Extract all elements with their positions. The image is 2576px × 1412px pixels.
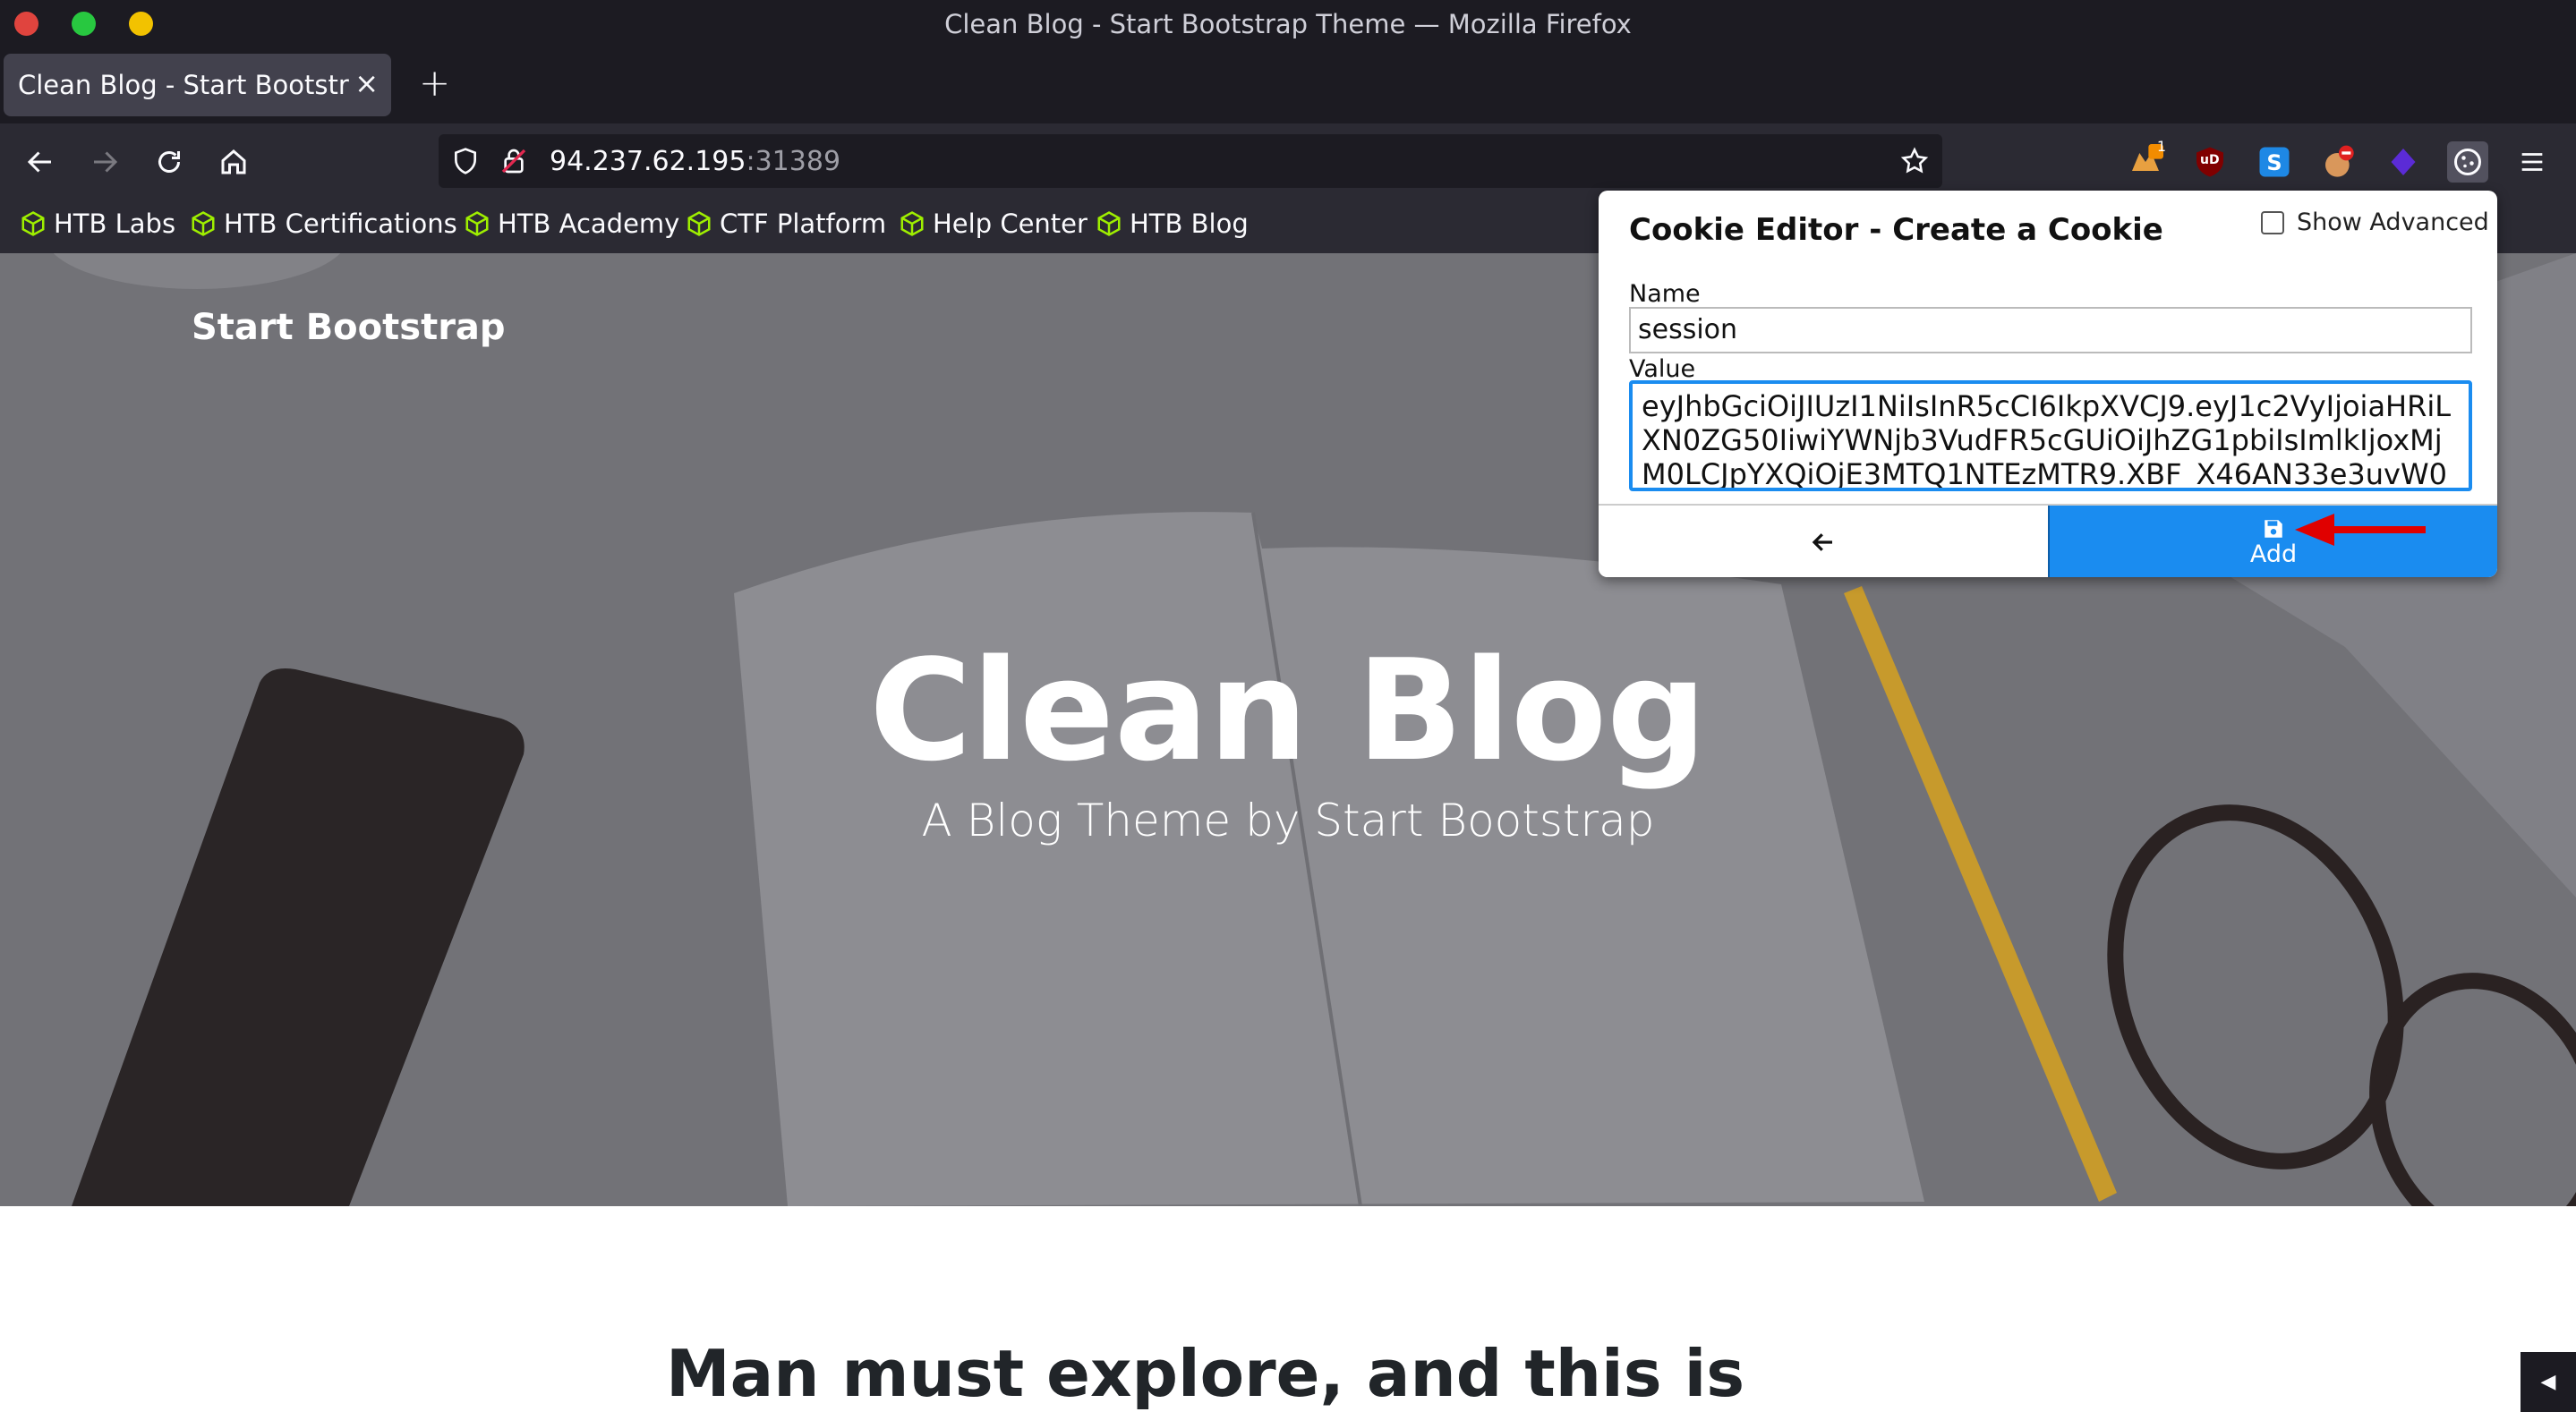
- s-extension-icon: S: [2259, 147, 2290, 177]
- post-preview-title[interactable]: Man must explore, and this is: [666, 1336, 1744, 1411]
- cookie-icon: [2454, 149, 2481, 175]
- back-button-popup[interactable]: [1599, 506, 2048, 577]
- url-bar[interactable]: 94.237.62.195:31389: [439, 134, 1942, 188]
- tab-strip: Clean Blog - Start Bootstrap Theme × +: [0, 47, 2576, 123]
- bookmark-label: HTB Blog: [1130, 208, 1249, 239]
- htb-cube-icon: [192, 211, 215, 236]
- forward-button[interactable]: [82, 140, 127, 184]
- add-label: Add: [2249, 540, 2298, 568]
- tab-close-icon[interactable]: ×: [354, 66, 379, 100]
- back-arrow-icon: [1812, 533, 1832, 551]
- forward-arrow-icon: [94, 151, 118, 173]
- home-icon: [221, 149, 246, 174]
- tab-label: Clean Blog - Start Bootstrap Theme: [18, 70, 349, 100]
- shield-icon[interactable]: [451, 147, 480, 175]
- popup-title: Cookie Editor - Create a Cookie: [1629, 212, 2163, 248]
- hero-title: Clean Blog: [869, 629, 1707, 792]
- purple-diamond-icon: [2391, 149, 2416, 175]
- reload-button[interactable]: [147, 140, 192, 184]
- extension-ublock-button[interactable]: uD: [2189, 141, 2231, 183]
- bookmark-label: CTF Platform: [720, 208, 887, 239]
- home-button[interactable]: [211, 140, 256, 184]
- show-advanced-label: Show Advanced: [2297, 208, 2489, 236]
- htb-cube-icon: [21, 211, 45, 236]
- bookmark-label: HTB Academy: [498, 208, 680, 239]
- ublock-label: uD: [2200, 153, 2220, 167]
- insecure-lock-icon[interactable]: [499, 147, 528, 175]
- extension-s-button[interactable]: S: [2254, 141, 2295, 183]
- cookie-value-textarea[interactable]: eyJhbGciOiJIUzI1NiIsInR5cCI6IkpXVCJ9.eyJ…: [1629, 380, 2472, 491]
- back-arrow-icon: [27, 151, 51, 173]
- show-advanced-checkbox[interactable]: [2261, 210, 2284, 234]
- app-menu-button[interactable]: [2512, 141, 2553, 183]
- caret-left-icon: ◀: [2540, 1371, 2556, 1393]
- extension-cookie-stop-button[interactable]: [2318, 141, 2359, 183]
- save-icon: [2265, 519, 2282, 538]
- navbar-brand[interactable]: Start Bootstrap: [192, 307, 506, 348]
- bookmark-star-icon[interactable]: [1899, 146, 1930, 176]
- tab-clean-blog[interactable]: Clean Blog - Start Bootstrap Theme ×: [4, 54, 391, 116]
- htb-cube-icon: [900, 211, 924, 236]
- htb-cube-icon: [465, 211, 489, 236]
- cookie-name-input[interactable]: session: [1629, 307, 2472, 353]
- new-tab-button[interactable]: +: [419, 61, 450, 105]
- cookie-stop-icon: [2325, 145, 2354, 177]
- extension-cookie-editor-button[interactable]: [2447, 141, 2488, 183]
- bookmark-htb-certifications[interactable]: HTB Certifications: [190, 208, 457, 239]
- window-title: Clean Blog - Start Bootstrap Theme — Moz…: [944, 9, 1632, 39]
- bookmark-htb-academy[interactable]: HTB Academy: [464, 208, 679, 239]
- back-button[interactable]: [18, 140, 63, 184]
- reload-icon: [158, 151, 180, 173]
- htb-cube-icon: [687, 211, 711, 236]
- url-host: 94.237.62.195: [550, 146, 746, 177]
- bookmark-htb-blog[interactable]: HTB Blog: [1096, 208, 1249, 239]
- annotation-arrow-icon: [2295, 514, 2426, 546]
- extension-purple-button[interactable]: [2383, 141, 2424, 183]
- bookmark-ctf-platform[interactable]: CTF Platform: [686, 208, 886, 239]
- htb-cube-icon: [1097, 211, 1121, 236]
- hero-subtitle: A Blog Theme by Start Bootstrap: [921, 795, 1655, 846]
- svg-text:S: S: [2266, 150, 2282, 175]
- show-advanced-toggle[interactable]: Show Advanced: [2261, 208, 2489, 236]
- value-label: Value: [1629, 355, 1696, 383]
- extension-badge: 1: [2156, 138, 2166, 155]
- bookmark-htb-labs[interactable]: HTB Labs: [20, 208, 175, 239]
- hamburger-menu-icon: [2521, 153, 2543, 171]
- bookmark-help-center[interactable]: Help Center: [899, 208, 1088, 239]
- bookmark-label: HTB Certifications: [224, 208, 457, 239]
- url-port: :31389: [746, 146, 841, 177]
- side-panel-toggle[interactable]: ◀: [2521, 1352, 2576, 1412]
- bookmark-label: Help Center: [933, 208, 1088, 239]
- name-label: Name: [1629, 280, 1701, 308]
- window-titlebar: Clean Blog - Start Bootstrap Theme — Moz…: [0, 0, 2576, 47]
- url-text[interactable]: 94.237.62.195:31389: [550, 146, 840, 177]
- extension-foxyproxy-button[interactable]: 1: [2125, 138, 2166, 183]
- bookmark-label: HTB Labs: [54, 208, 176, 239]
- navigation-toolbar: 94.237.62.195:31389 1 uD S: [0, 123, 2576, 200]
